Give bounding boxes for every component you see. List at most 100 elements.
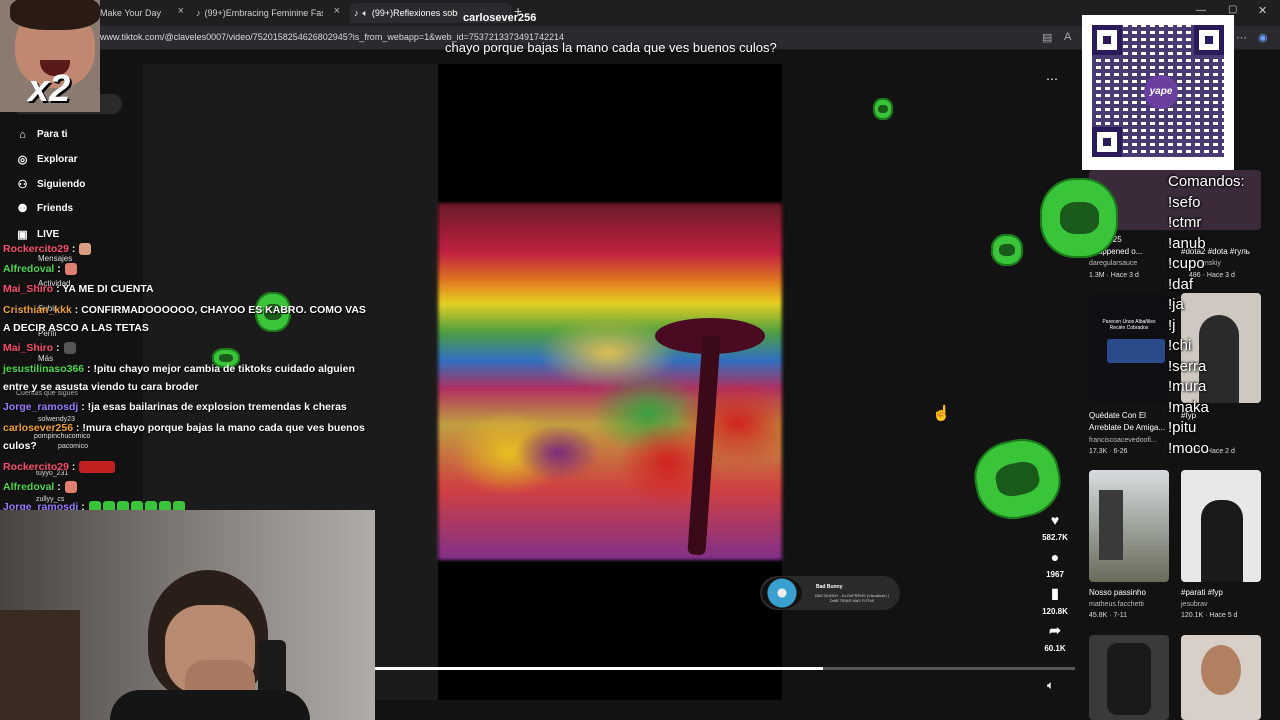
comment-count: 1967	[1046, 570, 1064, 579]
tiktok-icon: ♪	[196, 8, 201, 18]
thumbnail-chat-preview	[1107, 339, 1165, 363]
sidebar-item-siguiendo[interactable]: ⚇ Siguiendo	[16, 178, 86, 191]
close-icon[interactable]: ×	[178, 5, 184, 17]
volume-icon[interactable]: 🔈︎	[1047, 678, 1054, 693]
yape-logo: yape	[1144, 75, 1178, 109]
share-button[interactable]: ➦ 60.1K	[1040, 622, 1070, 653]
music-track: BAD BUNNY - KLOuFRENS (Visualizer) | DeB…	[815, 593, 889, 603]
multiplier-text: x2	[28, 68, 71, 110]
sidebar-item-para-ti[interactable]: ⌂ Para ti	[16, 128, 67, 141]
command: !pitu	[1168, 419, 1197, 436]
bookmark-button[interactable]: ▮ 120.8K	[1040, 585, 1070, 616]
command: !j	[1168, 316, 1176, 334]
grid-author[interactable]: franciscoacevedoofi...	[1089, 437, 1157, 444]
thumbnail-robot	[1107, 643, 1151, 715]
command: !ja	[1168, 296, 1184, 313]
video-thumbnail[interactable]	[1181, 635, 1261, 720]
thumbnail-person	[1201, 500, 1243, 582]
sidebar-item-label: LIVE	[37, 229, 60, 240]
emote-icon	[64, 263, 77, 276]
commands-list: Comandos: !sefo !ctmr !anub !cupo !daf !…	[1168, 172, 1245, 459]
compass-icon: ◎	[17, 154, 28, 166]
thumbnail-person	[1201, 645, 1241, 695]
commands-title: Comandos:	[1168, 173, 1245, 190]
menu-icon[interactable]: ⋯	[1236, 31, 1247, 44]
video-thumbnail[interactable]: Parecen Unos Albañiles Recién Cobrados	[1089, 293, 1169, 403]
command: !daf	[1168, 275, 1194, 293]
video-thumbnail[interactable]	[1089, 635, 1169, 720]
video-progress-fill	[375, 667, 823, 670]
command: !maka	[1168, 398, 1209, 416]
grid-author[interactable]: jesubrav	[1181, 601, 1207, 608]
chat-message: Alfredoval :	[3, 260, 375, 278]
home-icon: ⌂	[19, 128, 26, 141]
chat-message: Rockercito29 :	[3, 458, 375, 476]
cam-hair	[10, 0, 100, 30]
thumbnail-caption: Parecen Unos Albañiles Recién Cobrados	[1102, 319, 1156, 331]
chat-username: Rockercito29	[3, 243, 69, 255]
tiktok-icon: ♪	[354, 8, 359, 18]
reader-icon[interactable]: ▤	[1042, 31, 1052, 44]
friends-icon: ⚉	[17, 203, 28, 215]
sidebar-item-label: Friends	[37, 203, 74, 214]
share-count: 60.1K	[1044, 644, 1066, 653]
close-icon[interactable]: ×	[334, 5, 340, 17]
grid-subtitle: Arreblate De Amiga...	[1089, 423, 1166, 432]
video-thumbnail[interactable]	[1089, 470, 1169, 582]
mouse-cursor-icon: ☝	[932, 405, 951, 422]
grid-title: Quédate Con El	[1089, 411, 1146, 420]
video-thumbnail[interactable]	[1181, 470, 1261, 582]
bookmark-icon: ▮	[1051, 585, 1059, 601]
chat-message: jesustilinaso366 : !pitu chayo mejor cam…	[3, 363, 355, 393]
comment-icon: ●	[1050, 549, 1060, 565]
grid-title: Nosso passinho	[1089, 588, 1146, 597]
video-frame	[438, 203, 782, 560]
close-window-icon[interactable]: ✕	[1258, 4, 1267, 17]
video-progress-bar[interactable]	[375, 667, 1075, 670]
webcam-shelf	[0, 610, 80, 720]
qr-finder	[1092, 127, 1122, 157]
copilot-icon[interactable]: ◉	[1258, 31, 1268, 44]
command: !chi	[1168, 337, 1192, 354]
chat-username: jesustilinaso366	[3, 363, 85, 375]
maximize-icon[interactable]: ▢	[1228, 4, 1237, 15]
chat-username: Jorge_ramosdj	[3, 401, 79, 413]
like-button[interactable]: ♥ 582.7K	[1040, 512, 1070, 542]
sidebar-item-friends[interactable]: ⚉ Friends	[16, 202, 74, 215]
tab-label: (99+)Embracing Feminine Fashion	[204, 8, 323, 18]
emote-blob	[1040, 178, 1118, 258]
grid-author[interactable]: matheus.facchetti	[1089, 601, 1144, 608]
grid-author[interactable]: daregularsauce	[1089, 260, 1137, 267]
heart-icon: ♥	[1050, 512, 1060, 528]
browser-tab[interactable]: Make Your Day ×	[96, 3, 188, 23]
sidebar-item-explorar[interactable]: ◎ Explorar	[16, 153, 78, 166]
tab-label: Make Your Day	[100, 8, 162, 18]
share-icon: ➦	[1049, 622, 1061, 638]
music-info[interactable]: Bad Bunny BAD BUNNY - KLOuFRENS (Visuali…	[760, 576, 900, 610]
grid-stats: 45.8K · 7-11	[1089, 612, 1128, 619]
music-disc-icon	[762, 577, 802, 609]
overlay-username: carlosever256	[463, 12, 537, 24]
emote-blob	[873, 98, 893, 120]
streamer-face-cam: x2	[0, 0, 100, 112]
grid-stats: 17.3K · 6-26	[1089, 448, 1128, 455]
command: !moco	[1168, 439, 1209, 457]
speaker-icon[interactable]: 🔈︎	[363, 8, 368, 19]
browser-tab[interactable]: ♪ (99+)Embracing Feminine Fashion ×	[192, 3, 344, 23]
more-options-icon[interactable]: ⋯	[1046, 72, 1058, 86]
chat-message: carlosever256 : !mura chayo porque bajas…	[3, 422, 365, 452]
emote-icon	[63, 342, 76, 355]
qr-finder	[1092, 25, 1122, 55]
chat-username: Cristhian_kkk	[3, 304, 72, 316]
comment-button[interactable]: ● 1967	[1040, 549, 1070, 579]
grid-stats: 120.1K · Hace 5 d	[1181, 612, 1238, 619]
overlay-caption: chayo porque bajas la mano cada que ves …	[445, 40, 777, 55]
qr-finder	[1194, 25, 1224, 55]
translate-icon[interactable]: A	[1064, 31, 1071, 43]
chat-text: !ja esas bailarinas de explosion tremend…	[87, 401, 347, 413]
grid-title: #parati #fyp	[1181, 588, 1223, 597]
chat-message: Rockercito29 :	[3, 240, 375, 258]
chat-username: Mai_Shiro	[3, 283, 54, 295]
chat-username: Rockercito29	[3, 461, 69, 473]
chat-username: Alfredoval	[3, 481, 55, 493]
